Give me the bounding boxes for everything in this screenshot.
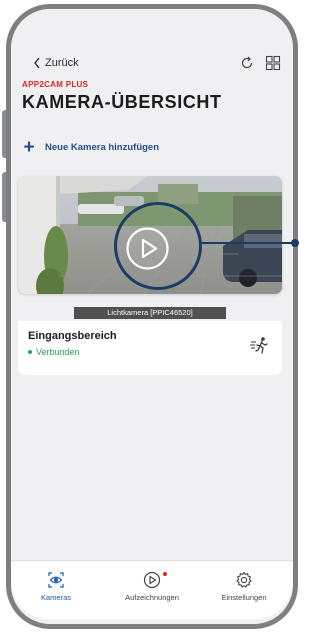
camera-eye-icon <box>48 572 64 588</box>
grid-view-icon[interactable] <box>265 55 281 71</box>
back-button[interactable]: Zurück <box>33 57 79 69</box>
add-camera-button[interactable]: + Neue Kamera hinzufügen <box>22 138 159 157</box>
highlight-ring <box>114 202 202 290</box>
add-camera-label: Neue Kamera hinzufügen <box>45 142 160 153</box>
status-text: Verbunden <box>36 347 80 357</box>
camera-caption: Lichtkamera [PPIC46520] <box>74 307 226 319</box>
bottom-navigation: Kameras Aufzeichnungen Einstellungen <box>11 560 293 619</box>
top-bar: Zurück <box>11 55 293 77</box>
nav-item-cameras[interactable]: Kameras <box>11 571 101 602</box>
top-actions <box>239 55 281 71</box>
page-title: KAMERA-ÜBERSICHT <box>22 92 222 112</box>
camera-info[interactable]: Eingangsbereich Verbunden <box>18 321 282 375</box>
brand-label: APP2CAM PLUS <box>22 80 89 89</box>
nav-label: Kameras <box>40 593 71 602</box>
highlight-connector-dot <box>291 239 299 247</box>
notification-dot <box>163 572 167 576</box>
status-badge: Verbunden <box>28 347 80 357</box>
motion-detection-icon[interactable] <box>250 336 270 354</box>
camera-name: Eingangsbereich <box>28 330 117 342</box>
nav-label: Einstellungen <box>221 593 267 602</box>
status-dot-icon <box>28 350 32 354</box>
gear-icon <box>236 571 252 588</box>
back-label: Zurück <box>45 57 79 69</box>
highlight-connector-line <box>200 242 298 244</box>
nav-item-recordings[interactable]: Aufzeichnungen <box>107 571 197 602</box>
nav-item-settings[interactable]: Einstellungen <box>199 571 289 602</box>
chevron-left-icon <box>34 57 40 69</box>
refresh-icon[interactable] <box>239 55 255 71</box>
nav-label: Aufzeichnungen <box>125 593 179 602</box>
play-circle-icon <box>143 571 161 589</box>
plus-icon: + <box>23 137 35 158</box>
